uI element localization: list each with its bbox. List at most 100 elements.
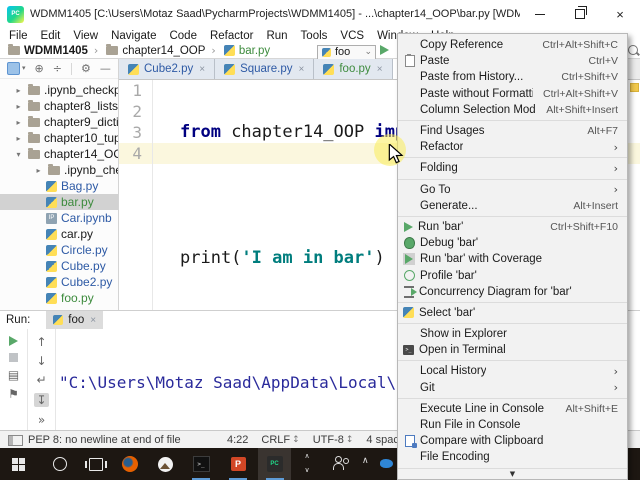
chevron-down-icon[interactable]: ▾ xyxy=(13,150,24,159)
run-tab-foo[interactable]: foo × xyxy=(46,311,104,329)
tree-item-chapter10-tuples[interactable]: ▸ chapter10_tuples xyxy=(0,130,118,146)
locate-file-icon[interactable]: ⊕ xyxy=(35,63,44,74)
task-view-button[interactable] xyxy=(80,448,112,480)
tree-item-ipynb-checkpoints[interactable]: ▸ .ipynb_checkpoints xyxy=(0,82,118,98)
tree-item-bar-py[interactable]: bar.py xyxy=(0,194,118,210)
pin-icon[interactable]: ⚑ xyxy=(8,388,19,400)
menu-item-go-to[interactable]: Go To › xyxy=(398,182,627,198)
chevron-right-icon[interactable]: ▸ xyxy=(13,118,24,127)
tree-item-ipynb-checkpoints-nested[interactable]: ▸ .ipynb_checkpoints xyxy=(0,162,118,178)
tree-item-car-ipynb[interactable]: IP Car.ipynb xyxy=(0,210,118,226)
restore-layout-icon[interactable]: ▤ xyxy=(8,369,19,381)
chevron-right-icon[interactable]: ▸ xyxy=(13,86,24,95)
chevron-right-icon[interactable]: ▸ xyxy=(13,134,24,143)
chevron-right-icon[interactable]: ▸ xyxy=(33,166,44,175)
show-hidden-icons-chevron[interactable]: ∧ xyxy=(362,456,369,466)
menu-item-copy-reference[interactable]: Copy Reference Ctrl+Alt+Shift+C xyxy=(398,37,627,53)
menu-item-paste-without-formatting[interactable]: Paste without Formatting Ctrl+Alt+Shift+V xyxy=(398,86,627,102)
menu-item-run-file-in-console[interactable]: Run File in Console xyxy=(398,417,627,433)
tree-item-cube-py[interactable]: Cube.py xyxy=(0,258,118,274)
breadcrumb-folder[interactable]: chapter14_OOP xyxy=(106,44,205,57)
run-configuration-select[interactable]: foo ⌄ xyxy=(317,44,376,60)
search-icon[interactable] xyxy=(628,45,638,55)
menubar-item-run[interactable]: Run xyxy=(266,30,287,42)
menu-item-git[interactable]: Git › xyxy=(398,380,627,396)
tab-foo-py[interactable]: foo.py × xyxy=(314,59,393,79)
network-tray-icon[interactable] xyxy=(380,459,393,468)
up-stack-trace-icon[interactable]: ↑ xyxy=(36,336,46,348)
tree-item-car-py[interactable]: car.py xyxy=(0,226,118,242)
tab-square-py[interactable]: Square.py × xyxy=(215,59,315,79)
menu-item-run-bar[interactable]: Run 'bar' Ctrl+Shift+F10 xyxy=(398,219,627,235)
restore-button[interactable] xyxy=(560,0,600,28)
start-button[interactable] xyxy=(2,448,34,480)
hide-panel-icon[interactable]: — xyxy=(100,63,111,74)
line-ending-widget[interactable]: CRLF ↕ xyxy=(261,434,299,446)
menu-item-execute-line-in-console[interactable]: Execute Line in Console Alt+Shift+E xyxy=(398,401,627,417)
menubar-item-tools[interactable]: Tools xyxy=(301,30,328,42)
powerpoint-button[interactable]: P xyxy=(222,448,254,480)
cortana-button[interactable] xyxy=(44,448,76,480)
close-tab-icon[interactable]: × xyxy=(299,64,305,75)
breadcrumb-file[interactable]: bar.py xyxy=(223,45,270,57)
menu-item-column-selection-mode[interactable]: Column Selection Mode Alt+Shift+Insert xyxy=(398,102,627,118)
tab-cube2-py[interactable]: Cube2.py × xyxy=(119,59,216,79)
minimize-button[interactable] xyxy=(520,0,560,28)
menubar-item-view[interactable]: View xyxy=(73,30,98,42)
scroll-to-end-icon[interactable]: ↧ xyxy=(34,393,49,407)
menubar-item-file[interactable]: File xyxy=(9,30,28,42)
menu-item-run-bar-coverage[interactable]: Run 'bar' with Coverage xyxy=(398,251,627,267)
menubar-item-code[interactable]: Code xyxy=(169,30,197,42)
menu-item-find-usages[interactable]: Find Usages Alt+F7 xyxy=(398,123,627,139)
menubar-item-refactor[interactable]: Refactor xyxy=(210,30,253,42)
stop-button[interactable] xyxy=(9,353,18,362)
menubar-item-vcs[interactable]: VCS xyxy=(340,30,364,42)
menu-item-paste[interactable]: Paste Ctrl+V xyxy=(398,53,627,69)
menu-item-refactor[interactable]: Refactor › xyxy=(398,139,627,155)
encoding-widget[interactable]: UTF-8 ↕ xyxy=(313,434,354,446)
inspection-indicator[interactable] xyxy=(630,83,639,92)
tree-item-foo-py[interactable]: foo.py xyxy=(0,290,118,306)
project-view-selector[interactable]: ▾ xyxy=(7,62,26,75)
breadcrumb-project[interactable]: WDMM1405 xyxy=(8,44,88,57)
run-button[interactable] xyxy=(380,45,389,55)
collapse-all-icon[interactable]: ÷ xyxy=(53,63,62,74)
close-tab-icon[interactable]: × xyxy=(199,64,205,75)
tree-item-cube2-py[interactable]: Cube2.py xyxy=(0,274,118,290)
tree-item-chapter8-lists[interactable]: ▸ chapter8_lists xyxy=(0,98,118,114)
menu-item-select-bar[interactable]: Select 'bar' xyxy=(398,305,627,321)
menu-item-show-in-explorer[interactable]: Show in Explorer xyxy=(398,326,627,342)
tree-item-circle-py[interactable]: Circle.py xyxy=(0,242,118,258)
menu-item-folding[interactable]: Folding › xyxy=(398,160,627,176)
menu-item-profile-bar[interactable]: Profile 'bar' xyxy=(398,267,627,283)
menu-item-generate[interactable]: Generate... Alt+Insert xyxy=(398,198,627,214)
close-tab-icon[interactable]: × xyxy=(90,315,96,326)
chevron-right-icon[interactable]: ▸ xyxy=(13,102,24,111)
menu-item-file-encoding[interactable]: File Encoding xyxy=(398,449,627,465)
taskbar-scroll-arrows[interactable]: ∧ ∨ xyxy=(300,449,314,477)
menubar-item-navigate[interactable]: Navigate xyxy=(111,30,156,42)
menubar-item-edit[interactable]: Edit xyxy=(41,30,61,42)
rerun-button[interactable] xyxy=(9,336,18,346)
menu-scroll-down-icon[interactable]: ▼ xyxy=(398,470,627,479)
menu-item-debug-bar[interactable]: Debug 'bar' xyxy=(398,235,627,251)
close-button[interactable]: × xyxy=(600,0,640,28)
firefox-button[interactable] xyxy=(114,448,146,480)
tree-item-chapter9-dictionaries[interactable]: ▸ chapter9_dictionaries xyxy=(0,114,118,130)
pycharm-taskbar-button[interactable]: PC xyxy=(258,448,291,480)
gear-icon[interactable]: ⚙ xyxy=(81,63,91,74)
toolwindow-toggle-icon[interactable] xyxy=(8,435,23,446)
close-tab-icon[interactable]: × xyxy=(377,64,383,75)
soft-wrap-icon[interactable]: ↵ xyxy=(36,374,46,386)
menu-item-open-in-terminal[interactable]: >_ Open in Terminal xyxy=(398,342,627,358)
menu-item-local-history[interactable]: Local History › xyxy=(398,363,627,379)
people-icon[interactable] xyxy=(332,456,350,470)
tree-item-chapter14-oop[interactable]: ▾ chapter14_OOP xyxy=(0,146,118,162)
down-stack-trace-icon[interactable]: ↓ xyxy=(36,355,46,367)
menu-item-compare-with-clipboard[interactable]: Compare with Clipboard xyxy=(398,433,627,449)
terminal-button[interactable]: >_ xyxy=(185,448,217,480)
menu-item-concurrency-diagram[interactable]: Concurrency Diagram for 'bar' xyxy=(398,284,627,300)
more-options-icon[interactable]: » xyxy=(38,414,45,426)
caret-position-widget[interactable]: 4:22 xyxy=(227,434,248,446)
menu-item-paste-from-history[interactable]: Paste from History... Ctrl+Shift+V xyxy=(398,69,627,85)
